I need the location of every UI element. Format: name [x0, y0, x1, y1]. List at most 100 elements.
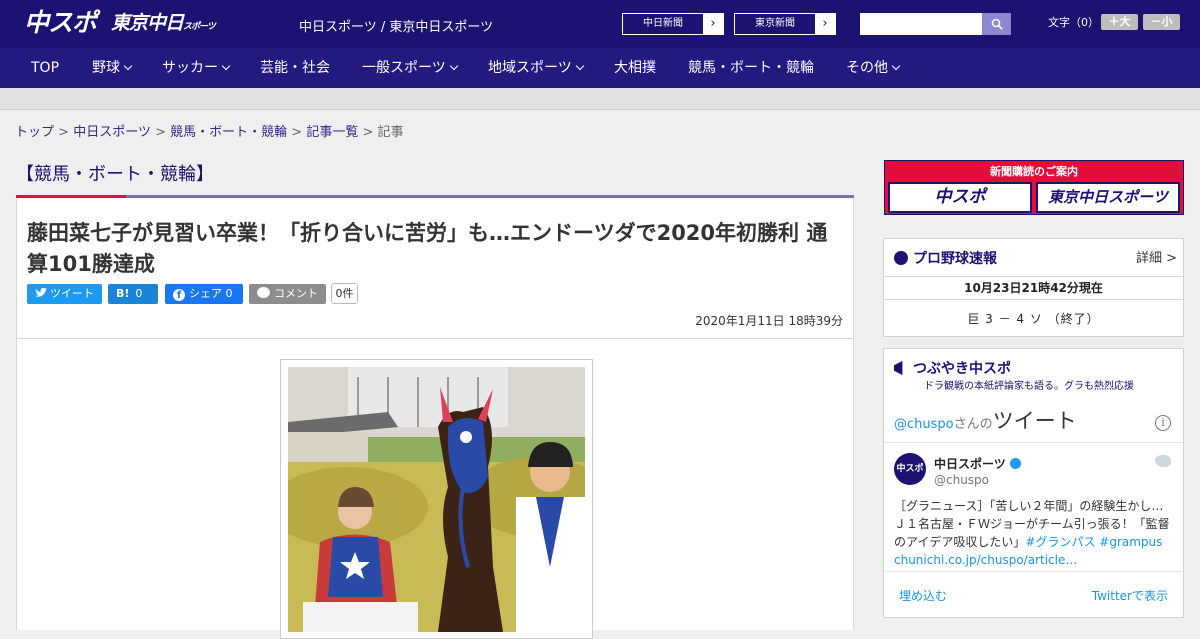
divider [884, 571, 1183, 572]
tokyo-chunichi-logo[interactable]: 東京中日スポーツ [111, 11, 216, 39]
tweet-account-handle[interactable]: @chuspo [934, 473, 989, 487]
nav-other-label: その他 [846, 60, 888, 76]
site-name-link[interactable]: 中日スポーツ / 東京中日スポーツ [299, 16, 493, 35]
baseball-scores-card: プロ野球速報 詳細 > 10月23日21時42分現在 巨 3 － 4 ソ （終了… [883, 238, 1184, 337]
tokyo-shimbun-link[interactable]: 東京新聞 › [734, 13, 836, 35]
comment-count: 0件 [331, 283, 358, 304]
breadcrumb-current: 記事 [377, 125, 404, 140]
nav-other[interactable]: その他 [846, 48, 901, 88]
tweet-link[interactable]: chunichi.co.jp/chuspo/article… [894, 553, 1077, 567]
verified-icon [1009, 458, 1021, 469]
game-score[interactable]: 巨 3 － 4 ソ （終了） [884, 310, 1183, 327]
avatar[interactable]: 中スポ [894, 453, 926, 485]
nav-soccer[interactable]: サッカー [162, 48, 231, 88]
chunichi-shimbun-label: 中日新聞 [643, 18, 683, 29]
nav-baseball[interactable]: 野球 [92, 48, 133, 88]
font-smaller-button[interactable]: －小 [1143, 14, 1180, 30]
nav-entertainment-label: 芸能・社会 [260, 60, 330, 76]
search-button[interactable] [982, 13, 1011, 35]
tweet-hashtags[interactable]: #グランパス #grampus [1025, 535, 1162, 549]
subscription-banner[interactable]: 新聞購読のご案内 中スポ 東京中日スポーツ [884, 160, 1184, 215]
article-photo[interactable] [288, 367, 585, 632]
nav-soccer-label: サッカー [162, 60, 218, 76]
breadcrumb-top[interactable]: トップ [15, 125, 54, 140]
chevron-down-icon [575, 61, 584, 71]
breadcrumb-keiba[interactable]: 競馬・ボート・競輪 [170, 125, 287, 140]
comment-label: コメント [274, 287, 318, 300]
tokyo-chunichi-logo-sub: スポーツ [183, 22, 216, 32]
baseball-title-text: プロ野球速報 [913, 251, 997, 267]
nav-keiba[interactable]: 競馬・ボート・競輪 [688, 48, 814, 88]
hatena-bookmark-button[interactable]: B! 0 [108, 284, 158, 304]
divider [884, 276, 1183, 277]
baseball-detail-link[interactable]: 詳細 > [1136, 247, 1177, 266]
embed-link[interactable]: 埋め込む [899, 587, 947, 604]
nav-entertainment[interactable]: 芸能・社会 [260, 48, 330, 88]
tweet-label: ツイート [50, 287, 94, 300]
nav-general-sports[interactable]: 一般スポーツ [362, 48, 458, 88]
chevron-right-icon: › [703, 14, 723, 34]
facebook-share-label: シェア 0 [189, 287, 233, 300]
nav-local-sports[interactable]: 地域スポーツ [488, 48, 584, 88]
megaphone-icon [894, 361, 903, 375]
main-nav: TOP 野球 サッカー 芸能・社会 一般スポーツ 地域スポーツ 大相撲 競馬・ボ… [0, 48, 1200, 88]
breadcrumb-article-list[interactable]: 記事一覧 [306, 125, 358, 140]
chevron-down-icon [123, 61, 133, 71]
twitter-handle-link[interactable]: @chuspo [894, 417, 954, 432]
top-header: 中スポ 東京中日スポーツ 中日スポーツ / 東京中日スポーツ 中日新聞 › 東京新… [0, 0, 1200, 48]
facebook-share-button[interactable]: f シェア 0 [165, 284, 243, 304]
chevron-down-icon [449, 61, 458, 71]
hatena-count: 0 [135, 287, 143, 300]
ad-strip [0, 88, 1200, 110]
baseball-title: プロ野球速報 [894, 248, 997, 268]
chuspo-subscribe-logo: 中スポ [888, 182, 1032, 213]
tokyo-shimbun-label: 東京新聞 [755, 18, 795, 29]
article-headline: 藤田菜七子が見習い卒業！「折り合いに苦労」も…エンドーツダで2020年初勝利 通… [27, 221, 828, 276]
tweet-account-name-text: 中日スポーツ [934, 457, 1006, 471]
nav-baseball-label: 野球 [92, 60, 120, 76]
breadcrumb-separator: > [362, 125, 374, 140]
twitter-widget-title: つぶやき中スポ [894, 358, 1011, 378]
search-input[interactable] [860, 13, 982, 35]
twitter-bird-icon[interactable] [1155, 455, 1171, 467]
baseball-icon [894, 251, 908, 265]
twitter-bird-icon [35, 287, 47, 297]
chunichi-shimbun-link[interactable]: 中日新聞 › [622, 13, 724, 35]
nav-general-sports-label: 一般スポーツ [362, 60, 446, 76]
breadcrumb-separator: > [58, 125, 70, 140]
hatena-icon: B! [116, 287, 130, 300]
twitter-widget-subtitle: ドラ観戦の本紙評論家も語る。グラも熱烈応援 [924, 381, 1134, 392]
chuspo-logo[interactable]: 中スポ [24, 8, 97, 38]
category-title: 【競馬・ボート・競輪】 [16, 164, 214, 185]
chevron-down-icon [891, 61, 901, 71]
font-larger-button[interactable]: ＋大 [1101, 14, 1138, 30]
twitter-widget-card: つぶやき中スポ ドラ観戦の本紙評論家も語る。グラも熱烈応援 @chuspoさんの… [883, 348, 1184, 618]
divider [884, 442, 1183, 443]
twitter-widget-title-text: つぶやき中スポ [913, 361, 1011, 377]
breadcrumb-separator: > [291, 125, 303, 140]
chevron-down-icon [221, 61, 231, 71]
font-size-label: 文字（0） [1048, 16, 1099, 29]
breadcrumb-chuspo[interactable]: 中日スポーツ [73, 125, 151, 140]
twitter-timeline-word: ツイート [992, 409, 1077, 433]
comment-button[interactable]: コメント [249, 284, 326, 304]
nav-keiba-label: 競馬・ボート・競輪 [688, 60, 814, 76]
facebook-icon: f [173, 289, 185, 301]
nav-sumo[interactable]: 大相撲 [614, 48, 656, 88]
nav-local-sports-label: 地域スポーツ [488, 60, 572, 76]
tokyo-chunichi-subscribe-logo: 東京中日スポーツ [1036, 182, 1180, 213]
twitter-timeline-header: @chuspoさんのツイート [894, 405, 1077, 435]
tweet-text: ［グラニュース］「苦しい２年間」の経験生かし…Ｊ１名古屋・ＦＷジョーがチーム引っ… [894, 497, 1174, 569]
nav-top[interactable]: TOP [31, 48, 59, 88]
comment-bubble-icon [257, 287, 270, 298]
baseball-updated-time: 10月23日21時42分現在 [964, 281, 1103, 295]
breadcrumb-separator: > [155, 125, 166, 140]
article: 藤田菜七子が見習い卒業！「折り合いに苦労」も…エンドーツダで2020年初勝利 通… [16, 198, 854, 639]
tweet-account-name[interactable]: 中日スポーツ [934, 455, 1021, 472]
nav-top-label: TOP [31, 60, 60, 76]
view-on-twitter-link[interactable]: Twitterで表示 [1092, 587, 1168, 604]
jockey-horse-photo [288, 367, 585, 632]
tweet-button[interactable]: ツイート [27, 284, 102, 304]
chevron-right-icon: › [815, 14, 835, 34]
info-icon[interactable]: i [1155, 415, 1171, 431]
